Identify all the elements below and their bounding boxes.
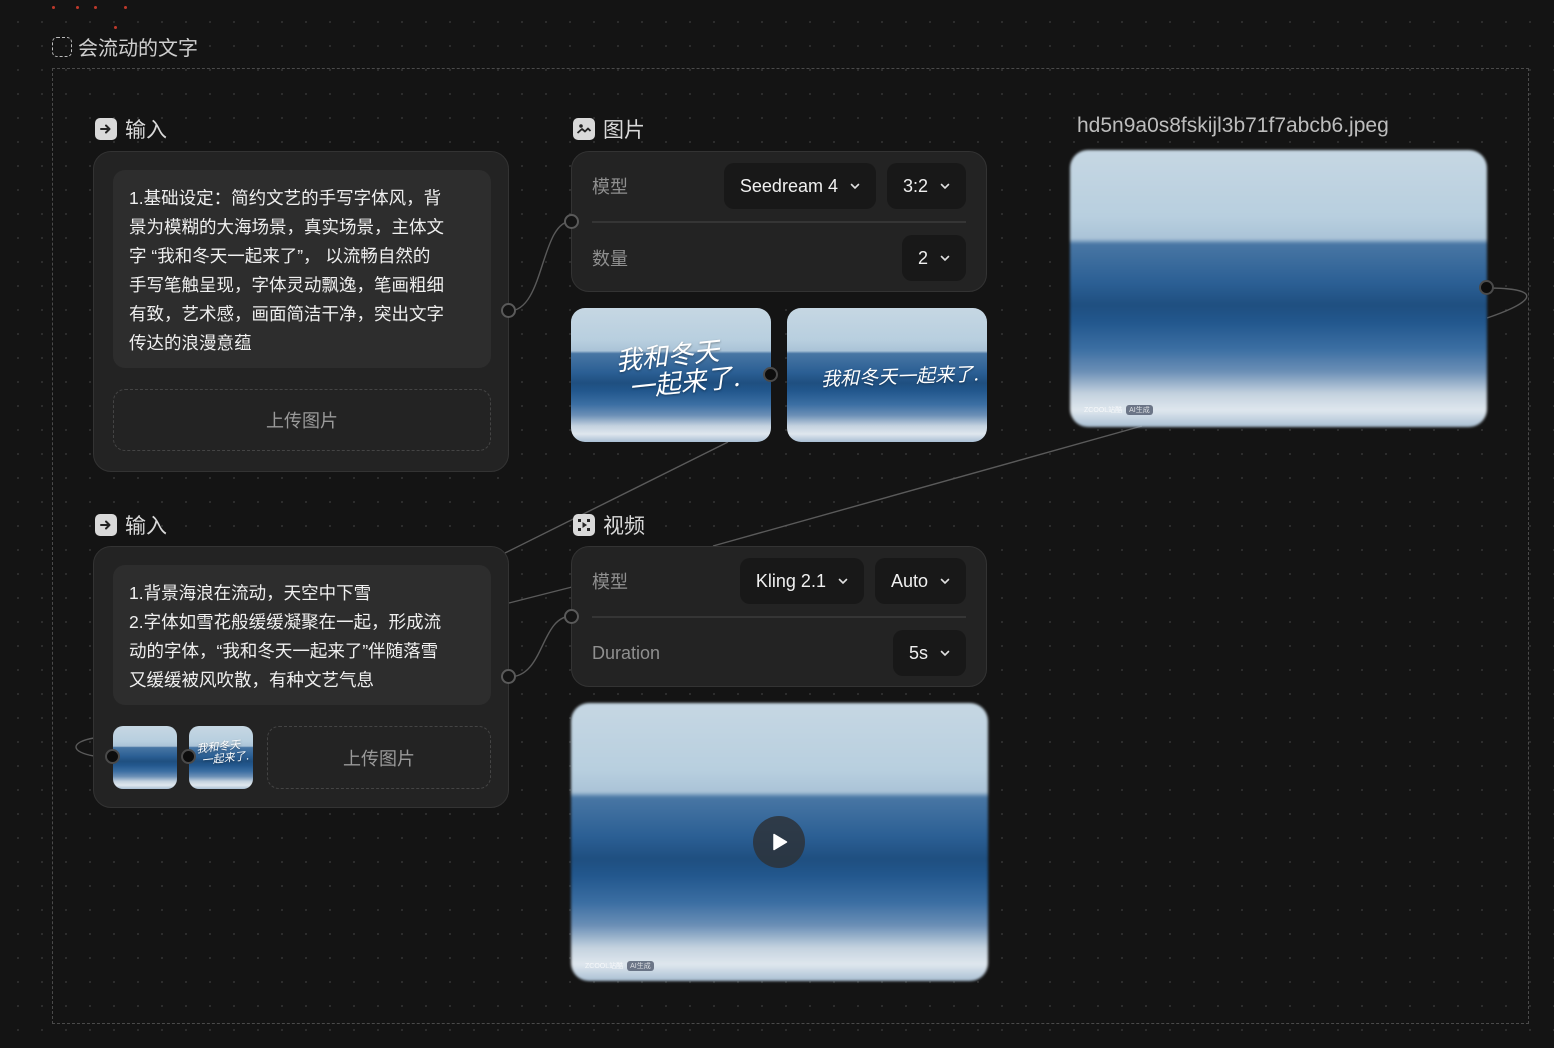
video-settings-card: 模型 Kling 2.1 Auto Duration 5s <box>571 546 987 687</box>
output-watermark: ZCOOL站酷 AI生成 <box>1084 405 1153 415</box>
image-input-port[interactable] <box>564 214 579 229</box>
video-watermark: ZCOOL站酷 AI生成 <box>585 961 654 971</box>
group-title[interactable]: 会流动的文字 <box>52 32 198 61</box>
image-result-2[interactable]: 我和冬天一起来了. <box>787 308 987 442</box>
input2-prompt[interactable]: 1.背景海浪在流动，天空中下雪 2.字体如雪花般缓缓凝聚在一起，形成流 动的字体… <box>113 565 491 705</box>
input1-node-label: 输入 <box>95 114 167 144</box>
prompt-line: 1.背景海浪在流动，天空中下雪 <box>129 583 372 603</box>
play-icon <box>773 833 788 851</box>
input2-node-label: 输入 <box>95 510 167 540</box>
prompt-line: 又缓缓被风吹散，有种文艺气息 <box>129 670 374 690</box>
prompt-line: 2.字体如雪花般缓缓凝聚在一起，形成流 <box>129 612 442 632</box>
image-model-selects: Seedream 4 3:2 <box>723 163 966 209</box>
chevron-down-icon <box>940 578 950 585</box>
chevron-down-icon <box>940 183 950 190</box>
group-title-text: 会流动的文字 <box>78 38 198 60</box>
image-result-1[interactable]: 我和冬天 一起来了. <box>571 308 771 442</box>
video-model-select[interactable]: Kling 2.1 <box>739 558 864 604</box>
result-script-text: 我和冬天一起来了. <box>820 363 980 391</box>
chevron-down-icon <box>838 578 848 585</box>
model-value: Seedream 4 <box>739 175 838 196</box>
input2-upload-button[interactable]: 上传图片 <box>267 726 491 789</box>
model-label: 模型 <box>592 572 628 592</box>
input1-label-text: 输入 <box>125 119 167 142</box>
image-icon <box>573 118 595 140</box>
video-node-label: 视频 <box>573 510 645 540</box>
prompt-line: 有致，艺术感，画面简洁干净，突出文字 <box>129 304 444 324</box>
image-label-text: 图片 <box>603 119 645 142</box>
chevron-down-icon <box>940 650 950 657</box>
count-label: 数量 <box>592 249 628 269</box>
prompt-line: 手写笔触呈现，字体灵动飘逸，笔画粗细 <box>129 275 444 295</box>
input2-label-text: 输入 <box>125 515 167 538</box>
result-script-text: 我和冬天 一起来了. <box>614 336 742 405</box>
model-label: 模型 <box>592 177 628 197</box>
image-node-label: 图片 <box>573 114 645 144</box>
video-label-text: 视频 <box>603 515 645 538</box>
image-settings-divider <box>592 221 966 223</box>
ratio-value: 3:2 <box>902 175 928 196</box>
upload-label: 上传图片 <box>343 748 415 769</box>
image-ratio-select[interactable]: 3:2 <box>886 163 966 209</box>
mode-value: Auto <box>890 570 928 591</box>
watermark-text: ZCOOL站酷 <box>1084 407 1123 414</box>
input1-upload-button[interactable]: 上传图片 <box>113 389 491 451</box>
input2-thumb1-port[interactable] <box>105 749 120 764</box>
input2-card: 1.背景海浪在流动，天空中下雪 2.字体如雪花般缓缓凝聚在一起，形成流 动的字体… <box>93 546 509 808</box>
output-filename: hd5n9a0s8fskijl3b71f7abcb6.jpeg <box>1077 114 1389 137</box>
input1-prompt[interactable]: 1.基础设定：简约文艺的手写字体风，背 景为模糊的大海场景，真实场景，主体文 字… <box>113 170 491 368</box>
video-model-row: 模型 Kling 2.1 Auto <box>592 558 966 604</box>
upload-label: 上传图片 <box>266 411 338 431</box>
output-image-port[interactable] <box>1479 280 1494 295</box>
input2-attached-thumb-2[interactable]: 我和冬天 一起来了. <box>189 726 253 789</box>
prompt-line: 传达的浪漫意蕴 <box>129 333 252 353</box>
input2-output-port[interactable] <box>501 669 516 684</box>
prompt-line: 1.基础设定：简约文艺的手写字体风，背 <box>129 188 442 208</box>
count-value: 2 <box>917 247 928 268</box>
duration-value: 5s <box>908 642 928 663</box>
prompt-line: 景为模糊的大海场景，真实场景，主体文 <box>129 217 444 237</box>
model-value: Kling 2.1 <box>755 570 826 591</box>
watermark-badge: AI生成 <box>627 961 654 971</box>
image-model-row: 模型 Seedream 4 3:2 <box>592 163 966 209</box>
prompt-line: 字 “我和冬天一起来了”， 以流畅自然的 <box>129 246 431 266</box>
video-icon <box>573 514 595 536</box>
image-model-select[interactable]: Seedream 4 <box>723 163 876 209</box>
image-count-select[interactable]: 2 <box>901 235 966 281</box>
video-settings-divider <box>592 616 966 618</box>
input1-card: 1.基础设定：简约文艺的手写字体风，背 景为模糊的大海场景，真实场景，主体文 字… <box>93 151 509 472</box>
chevron-down-icon <box>940 255 950 262</box>
input2-thumb2-port[interactable] <box>181 749 196 764</box>
output-image[interactable] <box>1070 150 1487 427</box>
input-arrow-icon <box>95 514 117 536</box>
video-model-selects: Kling 2.1 Auto <box>739 558 966 604</box>
chevron-down-icon <box>850 183 860 190</box>
video-mode-select[interactable]: Auto <box>874 558 966 604</box>
watermark-text: ZCOOL站酷 <box>585 963 624 970</box>
input-arrow-icon <box>95 118 117 140</box>
script-line: 一起来了. <box>201 749 250 768</box>
input2-attached-thumb-1[interactable] <box>113 726 177 789</box>
duration-label: Duration <box>592 642 661 663</box>
video-duration-select[interactable]: 5s <box>892 630 966 676</box>
image-count-row: 数量 2 <box>592 235 966 281</box>
image-result-port[interactable] <box>763 367 778 382</box>
video-input-port[interactable] <box>564 609 579 624</box>
watermark-badge: AI生成 <box>1126 405 1153 415</box>
input1-output-port[interactable] <box>501 303 516 318</box>
group-dashed-square-icon <box>52 36 72 57</box>
image-settings-card: 模型 Seedream 4 3:2 数量 2 <box>571 151 987 292</box>
prompt-line: 动的字体，“我和冬天一起来了”伴随落雪 <box>129 641 439 661</box>
thumb-script-text: 我和冬天 一起来了. <box>196 738 250 767</box>
video-duration-row: Duration 5s <box>592 630 966 676</box>
play-button[interactable] <box>753 816 805 868</box>
